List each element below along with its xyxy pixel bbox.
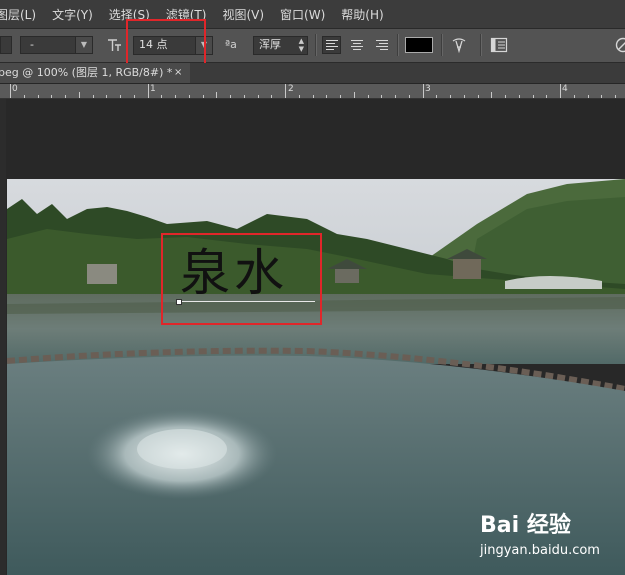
ruler-tick [340, 95, 341, 98]
document-tab[interactable]: peg @ 100% (图层 1, RGB/8#) * × [0, 63, 190, 83]
ruler-tick [51, 95, 53, 98]
ruler-tick [601, 95, 603, 98]
ruler-tick [147, 84, 149, 98]
ruler-label: 2 [288, 84, 294, 94]
ruler-tick [298, 95, 300, 98]
watermark-logo: Bai 经验 jingyan.baidu.com [480, 507, 620, 567]
canvas-left-strip [0, 99, 6, 575]
menu-layer[interactable]: 图层(L) [0, 6, 44, 23]
ruler-tick [78, 92, 80, 98]
ruler-tick [532, 95, 534, 98]
ruler-tick [216, 92, 218, 98]
ruler-tick [271, 95, 273, 98]
ruler-label: 1 [150, 84, 156, 94]
antialias-dropdown[interactable]: 浑厚 ▲ ▼ [253, 36, 308, 55]
ruler-tick [243, 95, 245, 98]
watermark-brand: Bai 经验 [480, 513, 571, 538]
ruler-tick [450, 95, 451, 98]
ruler-tick [422, 84, 424, 98]
text-size-icon [107, 37, 123, 57]
menu-view[interactable]: 视图(V) [214, 6, 272, 23]
ruler-tick [408, 95, 410, 98]
document-tab-bar: peg @ 100% (图层 1, RGB/8#) * × [0, 63, 625, 84]
ruler-tick [120, 95, 121, 98]
close-icon[interactable]: × [174, 63, 182, 83]
ruler-tick [573, 95, 575, 98]
watermark-url: jingyan.baidu.com [480, 543, 600, 558]
font-size-value: 14 点 [139, 38, 168, 51]
chevron-down-icon: ▼ [75, 37, 92, 53]
menu-filter[interactable]: 滤镜(T) [158, 6, 215, 23]
ruler-label: 4 [562, 84, 568, 94]
ruler-label: 0 [12, 84, 18, 94]
ruler-tick [106, 95, 108, 98]
options-bar: - ▼ 14 点 ▼ ªa 浑厚 ▲ ▼ [0, 29, 625, 63]
ruler-tick [518, 95, 520, 98]
ruler-tick [23, 95, 25, 98]
ruler-tick [353, 92, 355, 98]
menu-help[interactable]: 帮助(H) [333, 6, 391, 23]
ruler-tick [491, 92, 493, 98]
ruler-tick [477, 95, 479, 98]
menu-window[interactable]: 窗口(W) [272, 6, 333, 23]
antialias-icon: ªa [225, 38, 237, 51]
text-anchor-point[interactable] [176, 299, 182, 305]
ruler-tick [133, 95, 135, 98]
ruler-tick [560, 84, 561, 98]
ruler-tick [381, 95, 383, 98]
character-panel-icon[interactable] [490, 37, 508, 56]
ruler-tick [436, 95, 438, 98]
ruler-tick [92, 95, 94, 98]
ruler-tick [463, 95, 465, 98]
ruler-tick [615, 95, 616, 98]
ruler-tick [285, 84, 286, 98]
ruler-tick [230, 95, 231, 98]
chevron-down-icon[interactable]: ▼ [195, 37, 212, 54]
text-color-swatch[interactable] [405, 37, 433, 53]
align-left-button[interactable] [322, 36, 341, 54]
ruler-tick [367, 95, 369, 98]
ruler-tick [587, 95, 589, 98]
font-style-dropdown[interactable]: - ▼ [20, 36, 93, 54]
horizontal-ruler: 0 1 2 3 4 [0, 84, 625, 99]
text-baseline [180, 301, 315, 302]
ruler-tick [65, 95, 66, 98]
font-size-input[interactable]: 14 点 ▼ [133, 36, 213, 55]
ruler-tick [505, 95, 506, 98]
ruler-tick [546, 95, 548, 98]
ruler-tick [161, 95, 163, 98]
ruler-tick [175, 95, 176, 98]
font-style-value: - [30, 38, 34, 51]
menu-bar: 图层(L) 文字(Y) 选择(S) 滤镜(T) 视图(V) 窗口(W) 帮助(H… [0, 0, 625, 29]
canvas-text-layer[interactable]: 泉水 [180, 238, 320, 308]
cancel-icon[interactable] [615, 37, 625, 56]
warp-text-icon[interactable] [450, 36, 468, 57]
ruler-tick [202, 95, 204, 98]
menu-select[interactable]: 选择(S) [101, 6, 158, 23]
ruler-tick [257, 95, 259, 98]
antialias-value: 浑厚 [259, 38, 281, 51]
ruler-tick [326, 95, 328, 98]
ruler-label: 3 [425, 84, 431, 94]
stepper-icon: ▲ ▼ [298, 37, 304, 53]
menu-type[interactable]: 文字(Y) [44, 6, 101, 23]
font-family-dropdown[interactable] [0, 36, 12, 54]
ruler-tick [395, 95, 396, 98]
ruler-tick [188, 95, 190, 98]
ruler-tick [312, 95, 314, 98]
document-tab-label: peg @ 100% (图层 1, RGB/8#) * [0, 66, 173, 79]
align-center-button[interactable] [347, 36, 366, 54]
ruler-tick [10, 84, 11, 98]
align-right-button[interactable] [372, 36, 391, 54]
ruler-tick [37, 95, 39, 98]
